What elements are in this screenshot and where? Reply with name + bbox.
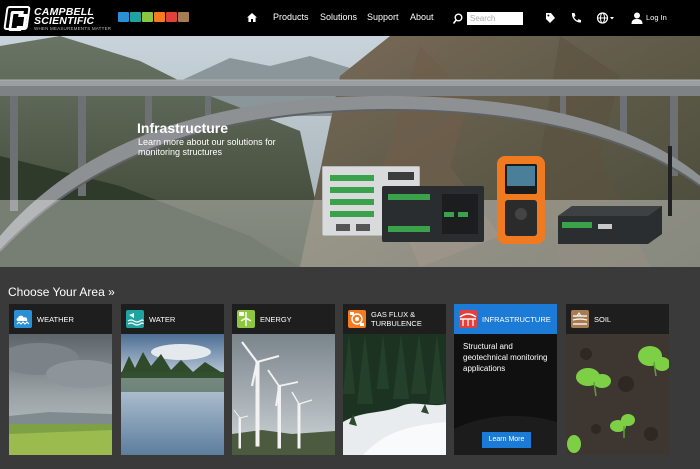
infrastructure-description: Structural and geotechnical monitoring a… (463, 342, 548, 373)
logo-tagline: WHEN MEASUREMENTS MATTER (34, 26, 112, 31)
network-logger-product-image (558, 146, 672, 244)
card-header: INFRASTRUCTURE (454, 304, 557, 334)
tag-icon[interactable] (543, 11, 557, 25)
card-label: ENERGY (260, 315, 292, 324)
nav-support-link[interactable]: Support (367, 12, 399, 23)
search-icon[interactable] (452, 12, 464, 24)
card-label: WEATHER (37, 315, 74, 324)
nav-products-link[interactable]: Products (273, 12, 309, 23)
user-icon[interactable] (630, 11, 644, 25)
login-link[interactable]: Log In (646, 13, 667, 23)
card-label: SOIL (594, 315, 612, 324)
logo-mark-icon (3, 6, 31, 30)
soil-card-image (566, 334, 669, 455)
measurement-controller-product-image (382, 186, 484, 242)
area-card-gas-flux[interactable]: GAS FLUX & TURBULENCE (343, 304, 446, 455)
learn-more-button[interactable]: Learn More (482, 432, 531, 448)
nav-about-link[interactable]: About (410, 12, 434, 23)
gas-flux-card-image (343, 334, 446, 455)
gas-flux-area-icon[interactable] (154, 12, 165, 22)
area-card-water[interactable]: WATER (121, 304, 224, 455)
hero-banner[interactable]: Infrastructure Learn more about our solu… (0, 36, 700, 267)
card-label: INFRASTRUCTURE (482, 315, 551, 324)
card-header: SOIL (566, 304, 669, 334)
infrastructure-area-icon[interactable] (166, 12, 177, 22)
energy-card-image (232, 334, 335, 455)
water-card-image (121, 334, 224, 455)
water-icon (126, 310, 144, 328)
area-card-energy[interactable]: ENERGY (232, 304, 335, 455)
home-icon[interactable] (247, 13, 257, 22)
weather-icon (14, 310, 32, 328)
weather-area-icon[interactable] (118, 12, 129, 22)
area-card-weather[interactable]: WEATHER (9, 304, 112, 455)
card-header: GAS FLUX & TURBULENCE (343, 304, 446, 334)
globe-icon[interactable] (596, 11, 616, 25)
area-card-infrastructure[interactable]: INFRASTRUCTURE Structural and geotechnic… (454, 304, 557, 455)
soil-icon (571, 310, 589, 328)
card-label: WATER (149, 315, 176, 324)
area-icons-strip (118, 12, 189, 22)
area-card-soil[interactable]: SOIL (566, 304, 669, 455)
campbell-scientific-logo[interactable]: CAMPBELL SCIENTIFIC WHEN MEASUREMENTS MA… (3, 5, 115, 33)
weather-card-image (9, 334, 112, 455)
energy-area-icon[interactable] (142, 12, 153, 22)
choose-area-heading[interactable]: Choose Your Area » (8, 285, 115, 299)
logo-line-2: SCIENTIFIC (34, 15, 95, 27)
top-navigation-bar: CAMPBELL SCIENTIFIC WHEN MEASUREMENTS MA… (0, 0, 700, 36)
handheld-readout-product-image (497, 156, 545, 244)
infrastructure-icon (459, 310, 477, 328)
page: CAMPBELL SCIENTIFIC WHEN MEASUREMENTS MA… (0, 0, 700, 469)
gas-flux-icon (348, 310, 366, 328)
soil-area-icon[interactable] (178, 12, 189, 22)
nav-solutions-link[interactable]: Solutions (320, 12, 357, 23)
search-input[interactable] (467, 12, 523, 25)
phone-icon[interactable] (569, 11, 583, 25)
water-area-icon[interactable] (130, 12, 141, 22)
hero-subtitle: Learn more about our solutions for monit… (138, 137, 276, 157)
card-label: GAS FLUX & TURBULENCE (371, 310, 422, 328)
energy-icon (237, 310, 255, 328)
card-header: WATER (121, 304, 224, 334)
hero-title: Infrastructure (137, 120, 229, 136)
card-header: ENERGY (232, 304, 335, 334)
card-header: WEATHER (9, 304, 112, 334)
